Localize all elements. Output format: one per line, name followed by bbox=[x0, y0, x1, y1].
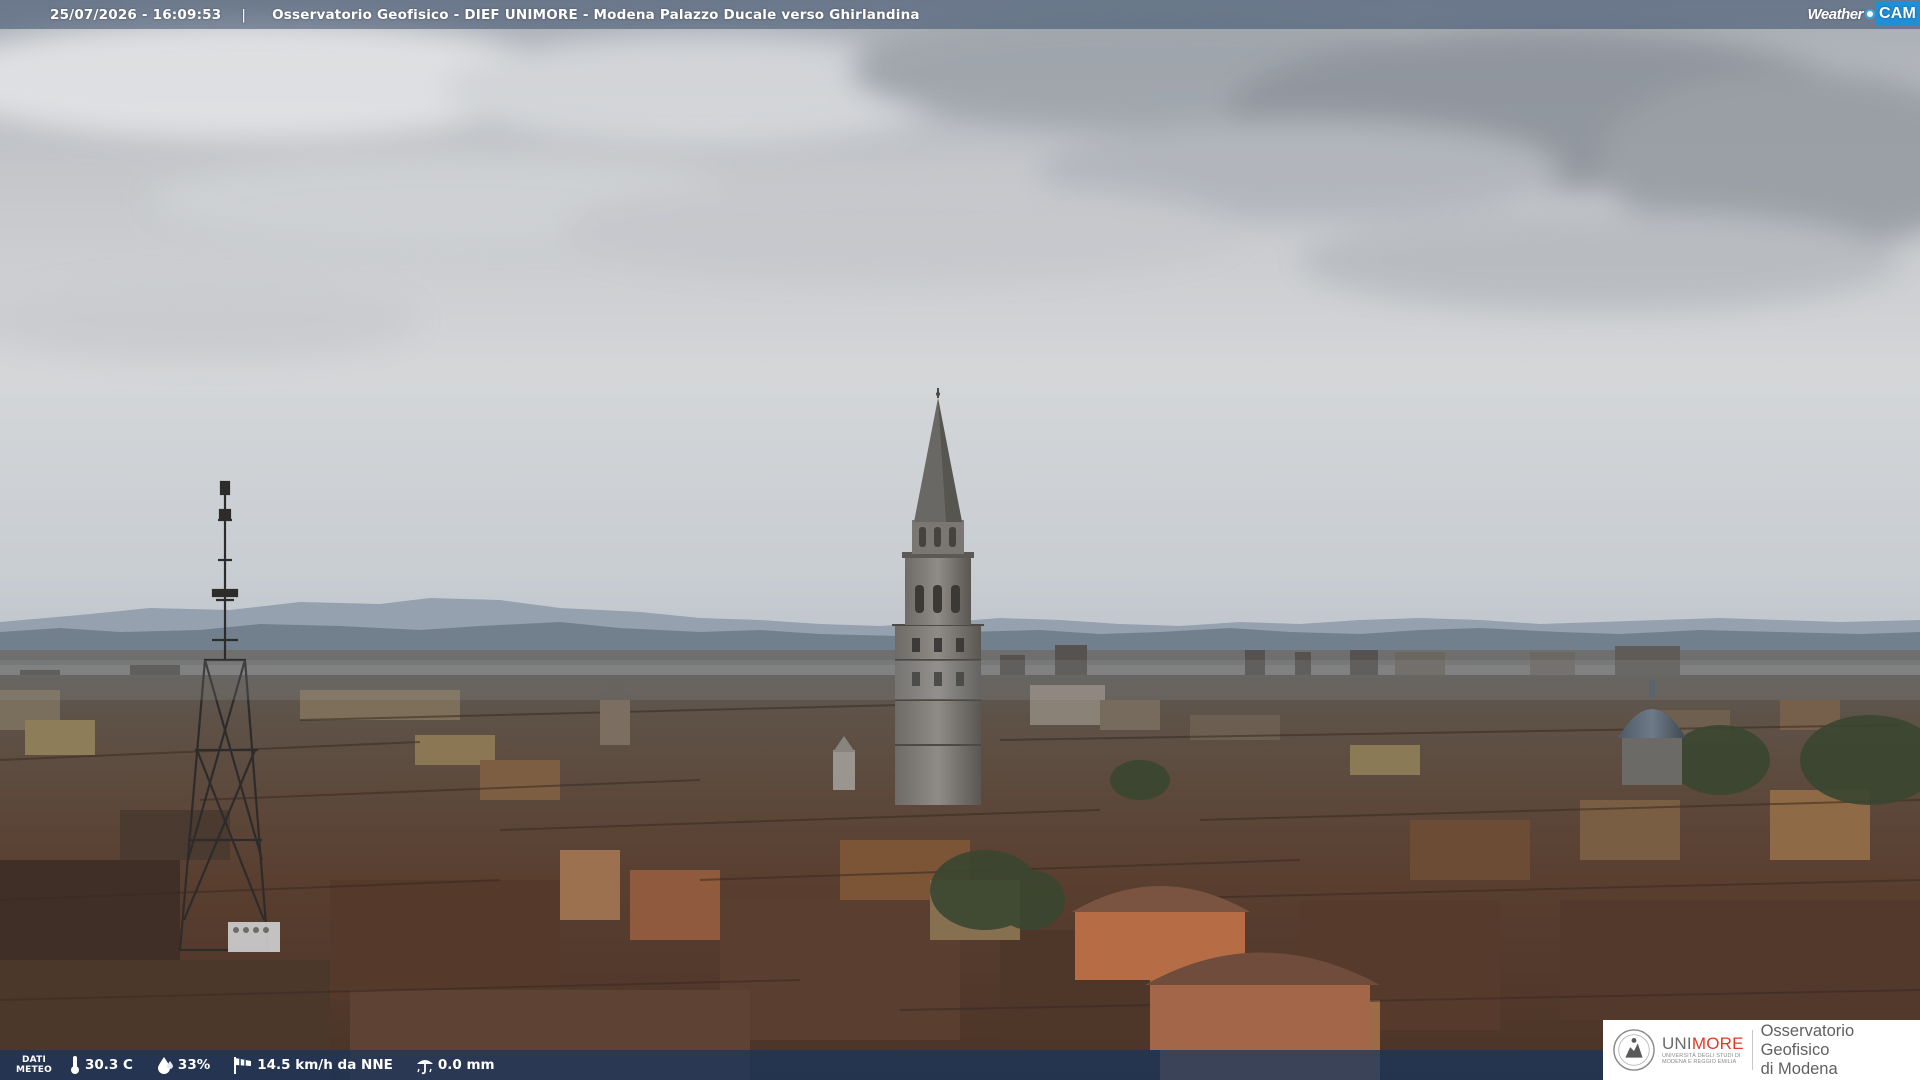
temperature-value: 30.3 C bbox=[85, 1057, 133, 1073]
unimore-divider bbox=[1751, 1030, 1753, 1070]
separator: | bbox=[241, 6, 247, 23]
weathercam-logo-weather: Weather bbox=[1807, 5, 1864, 23]
webcam-scene bbox=[0, 0, 1920, 1080]
unimore-name-uni: UNI bbox=[1661, 1033, 1692, 1053]
unimore-seal-icon bbox=[1613, 1029, 1655, 1071]
observatory-line-1: Osservatorio Geofisico bbox=[1760, 1021, 1855, 1059]
top-caption-bar: 25/07/2026 - 16:09:53 | Osservatorio Geo… bbox=[0, 0, 1920, 29]
humidity-drop-icon bbox=[157, 1057, 173, 1074]
timestamp: 25/07/2026 - 16:09:53 bbox=[50, 6, 222, 23]
dati-label: DATI bbox=[21, 1055, 47, 1065]
weathercam-logo-cam: CAM bbox=[1875, 2, 1920, 26]
thermometer-icon bbox=[71, 1056, 79, 1074]
weathercam-dot-icon bbox=[1864, 9, 1875, 19]
unimore-wordmark: UNIMORE UNIVERSITÀ DEGLI STUDI DI MODENA… bbox=[1661, 1033, 1744, 1066]
temperature-reading: 30.3 C bbox=[68, 1055, 133, 1075]
unimore-name-more: MORE bbox=[1691, 1033, 1744, 1053]
rain-reading: 0.0 mm bbox=[415, 1055, 495, 1075]
webcam-view: 25/07/2026 - 16:09:53 | Osservatorio Geo… bbox=[0, 0, 1920, 1080]
wind-reading: 14.5 km/h da NNE bbox=[232, 1055, 393, 1075]
wind-sock-icon bbox=[234, 1057, 252, 1074]
weather-data-bar: DATI METEO 30.3 C 33% 14.5 km/h da NNE 0… bbox=[0, 1050, 1605, 1080]
wind-value: 14.5 km/h da NNE bbox=[257, 1057, 393, 1073]
rain-value: 0.0 mm bbox=[437, 1057, 495, 1073]
dati-meteo-label: DATI METEO bbox=[0, 1055, 68, 1075]
meteo-label: METEO bbox=[15, 1065, 53, 1075]
humidity-reading: 33% bbox=[155, 1055, 210, 1075]
rain-gauge-icon bbox=[416, 1060, 433, 1075]
humidity-value: 33% bbox=[177, 1057, 211, 1073]
unimore-subtitle-2: MODENA E REGGIO EMILIA bbox=[1661, 1059, 1737, 1065]
weathercam-logo: Weather CAM bbox=[1808, 2, 1920, 26]
observatory-line-2: di Modena bbox=[1760, 1059, 1838, 1078]
observatory-name: Osservatorio Geofisico di Modena bbox=[1761, 1022, 1920, 1079]
unimore-name: UNIMORE bbox=[1661, 1033, 1744, 1053]
camera-caption: Osservatorio Geofisico - DIEF UNIMORE - … bbox=[272, 6, 920, 23]
unimore-panel: UNIMORE UNIVERSITÀ DEGLI STUDI DI MODENA… bbox=[1603, 1020, 1920, 1080]
